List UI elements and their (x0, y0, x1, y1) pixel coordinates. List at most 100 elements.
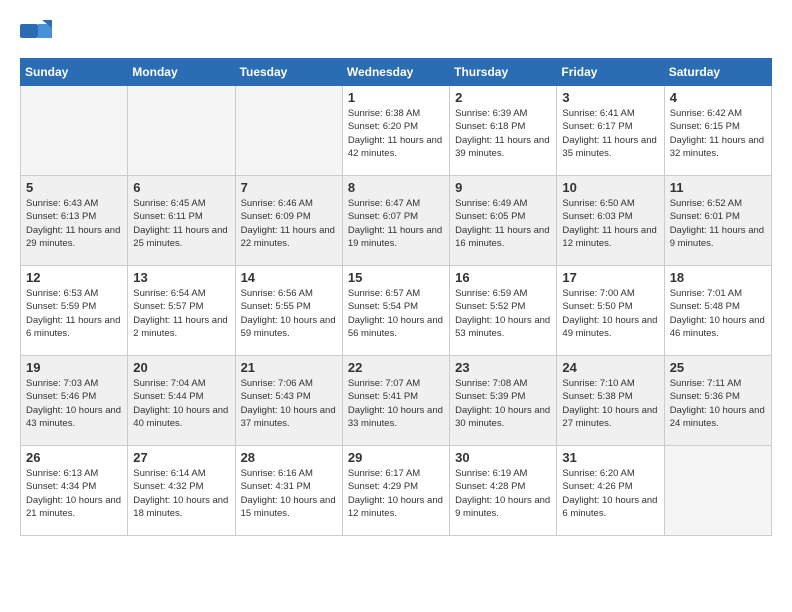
day-info: Sunrise: 6:38 AM Sunset: 6:20 PM Dayligh… (348, 107, 444, 160)
weekday-header: Wednesday (342, 59, 449, 86)
weekday-header: Thursday (450, 59, 557, 86)
day-info: Sunrise: 7:00 AM Sunset: 5:50 PM Dayligh… (562, 287, 658, 340)
day-info: Sunrise: 6:57 AM Sunset: 5:54 PM Dayligh… (348, 287, 444, 340)
weekday-header: Saturday (664, 59, 771, 86)
day-info: Sunrise: 6:42 AM Sunset: 6:15 PM Dayligh… (670, 107, 766, 160)
day-info: Sunrise: 7:07 AM Sunset: 5:41 PM Dayligh… (348, 377, 444, 430)
day-number: 12 (26, 270, 122, 285)
day-number: 2 (455, 90, 551, 105)
calendar-cell: 18 Sunrise: 7:01 AM Sunset: 5:48 PM Dayli… (664, 266, 771, 356)
day-info: Sunrise: 6:45 AM Sunset: 6:11 PM Dayligh… (133, 197, 229, 250)
day-info: Sunrise: 7:11 AM Sunset: 5:36 PM Dayligh… (670, 377, 766, 430)
day-info: Sunrise: 7:04 AM Sunset: 5:44 PM Dayligh… (133, 377, 229, 430)
day-number: 25 (670, 360, 766, 375)
weekday-header: Monday (128, 59, 235, 86)
calendar-cell: 26 Sunrise: 6:13 AM Sunset: 4:34 PM Dayli… (21, 446, 128, 536)
calendar-cell: 23 Sunrise: 7:08 AM Sunset: 5:39 PM Dayli… (450, 356, 557, 446)
calendar-cell: 5 Sunrise: 6:43 AM Sunset: 6:13 PM Daylig… (21, 176, 128, 266)
calendar-cell: 7 Sunrise: 6:46 AM Sunset: 6:09 PM Daylig… (235, 176, 342, 266)
calendar-week-row: 26 Sunrise: 6:13 AM Sunset: 4:34 PM Dayli… (21, 446, 772, 536)
day-number: 24 (562, 360, 658, 375)
calendar-cell: 9Sunrise: 6:49 AM Sunset: 6:05 PM Daylig… (450, 176, 557, 266)
logo (20, 20, 54, 48)
day-number: 23 (455, 360, 551, 375)
day-number: 31 (562, 450, 658, 465)
weekday-header: Sunday (21, 59, 128, 86)
day-info: Sunrise: 6:53 AM Sunset: 5:59 PM Dayligh… (26, 287, 122, 340)
day-info: Sunrise: 6:56 AM Sunset: 5:55 PM Dayligh… (241, 287, 337, 340)
day-number: 9 (455, 180, 551, 195)
day-number: 30 (455, 450, 551, 465)
calendar-cell (21, 86, 128, 176)
day-info: Sunrise: 6:59 AM Sunset: 5:52 PM Dayligh… (455, 287, 551, 340)
calendar-cell: 6 Sunrise: 6:45 AM Sunset: 6:11 PM Daylig… (128, 176, 235, 266)
day-number: 20 (133, 360, 229, 375)
day-number: 26 (26, 450, 122, 465)
calendar-cell: 27 Sunrise: 6:14 AM Sunset: 4:32 PM Dayli… (128, 446, 235, 536)
day-info: Sunrise: 6:39 AM Sunset: 6:18 PM Dayligh… (455, 107, 551, 160)
day-info: Sunrise: 7:06 AM Sunset: 5:43 PM Dayligh… (241, 377, 337, 430)
calendar-cell: 12 Sunrise: 6:53 AM Sunset: 5:59 PM Dayli… (21, 266, 128, 356)
day-info: Sunrise: 6:46 AM Sunset: 6:09 PM Dayligh… (241, 197, 337, 250)
day-info: Sunrise: 6:13 AM Sunset: 4:34 PM Dayligh… (26, 467, 122, 520)
day-number: 15 (348, 270, 444, 285)
day-number: 11 (670, 180, 766, 195)
day-number: 10 (562, 180, 658, 195)
day-info: Sunrise: 7:01 AM Sunset: 5:48 PM Dayligh… (670, 287, 766, 340)
day-info: Sunrise: 6:17 AM Sunset: 4:29 PM Dayligh… (348, 467, 444, 520)
calendar-week-row: 1 Sunrise: 6:38 AM Sunset: 6:20 PM Daylig… (21, 86, 772, 176)
calendar-cell: 31Sunrise: 6:20 AM Sunset: 4:26 PM Dayli… (557, 446, 664, 536)
day-info: Sunrise: 6:16 AM Sunset: 4:31 PM Dayligh… (241, 467, 337, 520)
day-info: Sunrise: 7:10 AM Sunset: 5:38 PM Dayligh… (562, 377, 658, 430)
calendar-cell: 1 Sunrise: 6:38 AM Sunset: 6:20 PM Daylig… (342, 86, 449, 176)
calendar-cell: 19Sunrise: 7:03 AM Sunset: 5:46 PM Dayli… (21, 356, 128, 446)
day-info: Sunrise: 6:41 AM Sunset: 6:17 PM Dayligh… (562, 107, 658, 160)
calendar-cell: 14 Sunrise: 6:56 AM Sunset: 5:55 PM Dayli… (235, 266, 342, 356)
page-header (20, 20, 772, 48)
day-info: Sunrise: 6:52 AM Sunset: 6:01 PM Dayligh… (670, 197, 766, 250)
calendar-cell: 8 Sunrise: 6:47 AM Sunset: 6:07 PM Daylig… (342, 176, 449, 266)
day-info: Sunrise: 6:43 AM Sunset: 6:13 PM Dayligh… (26, 197, 122, 250)
day-number: 6 (133, 180, 229, 195)
calendar-cell: 3 Sunrise: 6:41 AM Sunset: 6:17 PM Daylig… (557, 86, 664, 176)
day-number: 16 (455, 270, 551, 285)
calendar-cell: 29 Sunrise: 6:17 AM Sunset: 4:29 PM Dayli… (342, 446, 449, 536)
calendar-cell: 20 Sunrise: 7:04 AM Sunset: 5:44 PM Dayli… (128, 356, 235, 446)
calendar-cell: 16 Sunrise: 6:59 AM Sunset: 5:52 PM Dayli… (450, 266, 557, 356)
day-number: 21 (241, 360, 337, 375)
day-number: 4 (670, 90, 766, 105)
weekday-header-row: SundayMondayTuesdayWednesdayThursdayFrid… (21, 59, 772, 86)
day-number: 5 (26, 180, 122, 195)
day-number: 7 (241, 180, 337, 195)
calendar-cell: 10 Sunrise: 6:50 AM Sunset: 6:03 PM Dayli… (557, 176, 664, 266)
day-number: 29 (348, 450, 444, 465)
calendar-table: SundayMondayTuesdayWednesdayThursdayFrid… (20, 58, 772, 536)
day-number: 19 (26, 360, 122, 375)
day-info: Sunrise: 7:08 AM Sunset: 5:39 PM Dayligh… (455, 377, 551, 430)
day-number: 13 (133, 270, 229, 285)
day-info: Sunrise: 6:50 AM Sunset: 6:03 PM Dayligh… (562, 197, 658, 250)
day-info: Sunrise: 6:47 AM Sunset: 6:07 PM Dayligh… (348, 197, 444, 250)
weekday-header: Friday (557, 59, 664, 86)
day-number: 28 (241, 450, 337, 465)
calendar-week-row: 5 Sunrise: 6:43 AM Sunset: 6:13 PM Daylig… (21, 176, 772, 266)
day-info: Sunrise: 6:54 AM Sunset: 5:57 PM Dayligh… (133, 287, 229, 340)
calendar-cell: 15 Sunrise: 6:57 AM Sunset: 5:54 PM Dayli… (342, 266, 449, 356)
calendar-cell: 28 Sunrise: 6:16 AM Sunset: 4:31 PM Dayli… (235, 446, 342, 536)
calendar-week-row: 19Sunrise: 7:03 AM Sunset: 5:46 PM Dayli… (21, 356, 772, 446)
calendar-cell: 13 Sunrise: 6:54 AM Sunset: 5:57 PM Dayli… (128, 266, 235, 356)
calendar-week-row: 12 Sunrise: 6:53 AM Sunset: 5:59 PM Dayli… (21, 266, 772, 356)
calendar-cell: 24 Sunrise: 7:10 AM Sunset: 5:38 PM Dayli… (557, 356, 664, 446)
day-number: 27 (133, 450, 229, 465)
day-number: 3 (562, 90, 658, 105)
day-info: Sunrise: 6:14 AM Sunset: 4:32 PM Dayligh… (133, 467, 229, 520)
calendar-cell: 30 Sunrise: 6:19 AM Sunset: 4:28 PM Dayli… (450, 446, 557, 536)
day-number: 14 (241, 270, 337, 285)
day-number: 8 (348, 180, 444, 195)
calendar-cell: 17Sunrise: 7:00 AM Sunset: 5:50 PM Dayli… (557, 266, 664, 356)
day-info: Sunrise: 6:19 AM Sunset: 4:28 PM Dayligh… (455, 467, 551, 520)
day-number: 18 (670, 270, 766, 285)
calendar-cell: 2 Sunrise: 6:39 AM Sunset: 6:18 PM Daylig… (450, 86, 557, 176)
day-number: 1 (348, 90, 444, 105)
calendar-cell: 4 Sunrise: 6:42 AM Sunset: 6:15 PM Daylig… (664, 86, 771, 176)
